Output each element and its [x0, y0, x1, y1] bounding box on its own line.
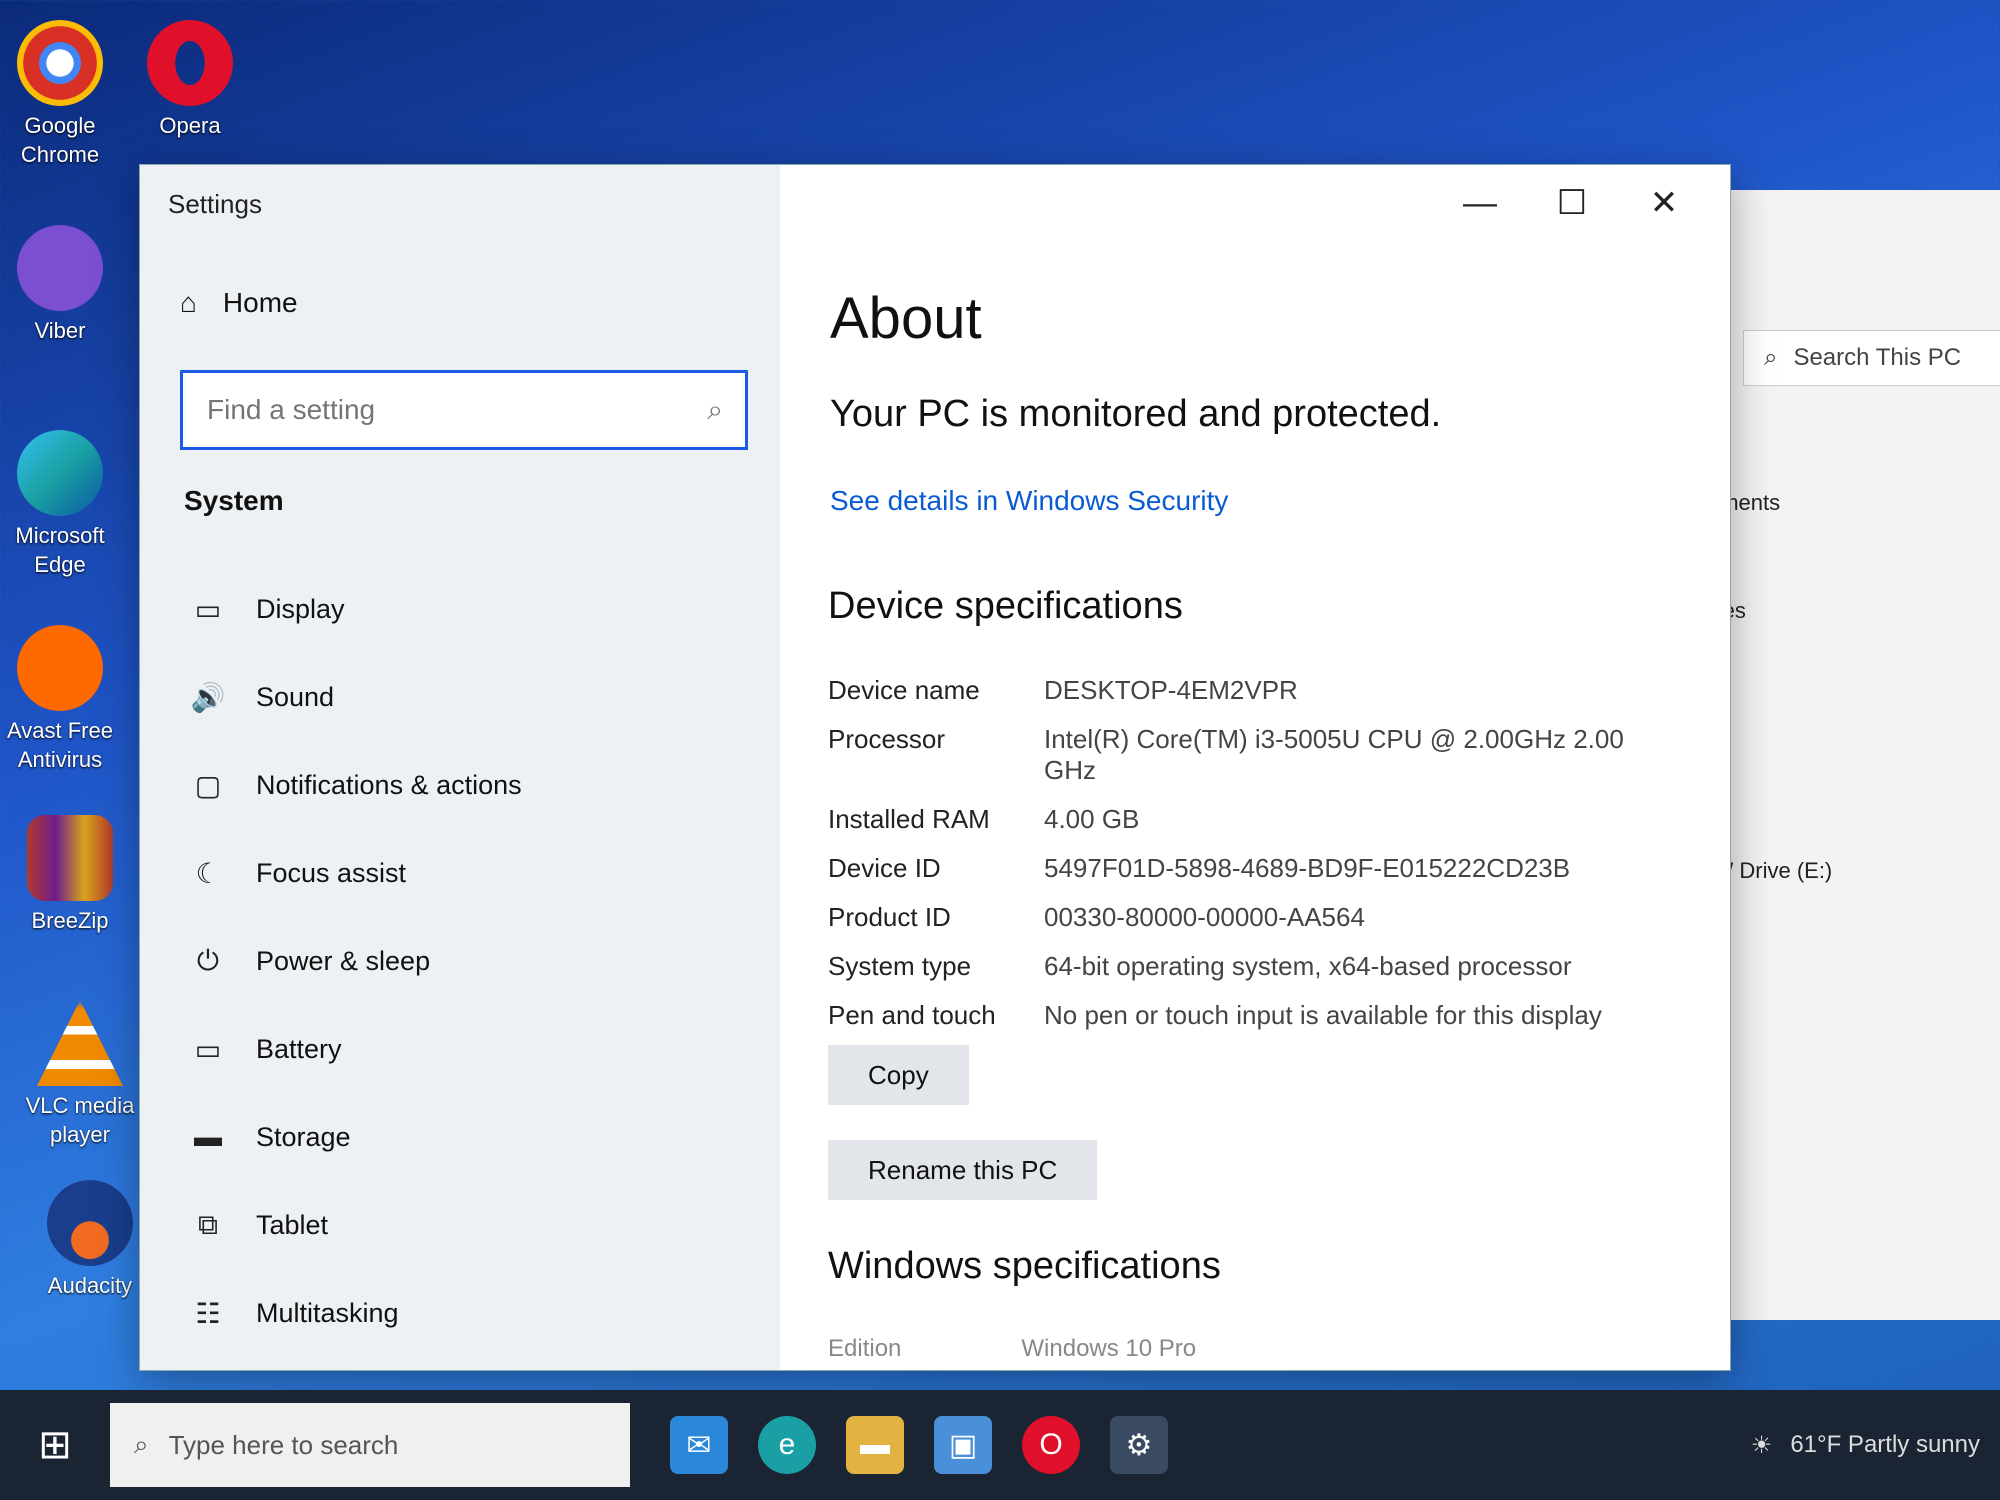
device-specs-heading: Device specifications — [828, 585, 1183, 627]
edge-taskbar-icon[interactable]: e — [758, 1416, 816, 1474]
file-explorer-window: ⌕ Search This PC cuments tures RW Drive … — [1690, 190, 2000, 1320]
windows-logo-icon: ⊞ — [38, 1423, 72, 1467]
sidebar-item-sound[interactable]: 🔊 Sound — [188, 653, 748, 741]
search-icon: ⌕ — [707, 393, 723, 425]
system-tray: ☀ 61°F Partly sunny — [1751, 1390, 1980, 1500]
tablet-icon: ⧉ — [198, 1208, 218, 1240]
spec-row: Device name DESKTOP-4EM2VPR — [828, 675, 1298, 705]
maximize-button[interactable]: ☐ — [1526, 173, 1618, 233]
power-icon: ⏻ — [196, 944, 220, 976]
settings-nav-list: ▭ Display 🔊 Sound ▢ Notifications & actions… — [188, 565, 748, 1357]
spec-row: Product ID 00330-80000-00000-AA564 — [828, 902, 1365, 932]
home-nav-item[interactable]: ⌂ Home — [180, 287, 298, 319]
store-icon[interactable]: ▣ — [934, 1416, 992, 1474]
section-heading-system: System — [184, 485, 284, 516]
windows-specs-heading: Windows specifications — [828, 1245, 1221, 1287]
protection-status: Your PC is monitored and protected. — [830, 393, 1442, 435]
find-setting-input[interactable] — [205, 393, 679, 427]
opera-icon — [147, 20, 233, 106]
explorer-search-box[interactable]: ⌕ Search This PC — [1743, 330, 2000, 386]
settings-search[interactable]: ⌕ — [180, 370, 748, 450]
sidebar-item-multitasking[interactable]: ☷ Multitasking — [188, 1269, 748, 1357]
audacity-icon — [47, 1180, 133, 1266]
sidebar-item-power-sleep[interactable]: ⏻ Power & sleep — [188, 917, 748, 1005]
sidebar-item-focus-assist[interactable]: ☾ Focus assist — [188, 829, 748, 917]
taskbar-apps: ✉ e ▬ ▣ O ⚙ — [670, 1416, 1168, 1474]
sidebar-item-display[interactable]: ▭ Display — [188, 565, 748, 653]
page-title: About — [830, 286, 982, 351]
desktop-icon-vlc[interactable]: VLC media player — [20, 1000, 140, 1149]
multitasking-icon: ☷ — [195, 1297, 221, 1329]
spec-row: Device ID 5497F01D-5898-4689-BD9F-E015222… — [828, 853, 1571, 883]
moon-icon: ☾ — [195, 857, 221, 889]
rename-pc-button[interactable]: Rename this PC — [828, 1140, 1098, 1200]
breezip-icon — [27, 815, 113, 901]
desktop-icon-edge[interactable]: Microsoft Edge — [0, 430, 120, 579]
desktop-icon-audacity[interactable]: Audacity — [30, 1180, 150, 1301]
about-page: — ☐ ✕ About Your PC is monitored and pro… — [780, 165, 1730, 1370]
viber-icon — [17, 225, 103, 311]
spec-row: System type 64-bit operating system, x64-… — [828, 951, 1572, 981]
window-controls: — ☐ ✕ — [1434, 173, 1710, 233]
opera-taskbar-icon[interactable]: O — [1022, 1416, 1080, 1474]
folder-icon[interactable]: ▬ — [846, 1416, 904, 1474]
device-specs-table: Device name DESKTOP-4EM2VPR Processor Inte… — [828, 675, 1648, 1049]
desktop-icon-opera[interactable]: Opera — [130, 20, 250, 141]
settings-window: Settings ⌂ Home ⌕ System ▭Display 🔊Sound… — [140, 165, 1730, 1370]
taskbar-search[interactable]: ⌕ Type here to search — [110, 1403, 630, 1487]
sidebar-item-tablet[interactable]: ⧉ Tablet — [188, 1181, 748, 1269]
monitor-icon: ▭ — [194, 593, 222, 625]
copy-button[interactable]: Copy — [828, 1045, 969, 1105]
desktop-icon-viber[interactable]: Viber — [0, 225, 120, 346]
desktop-icon-avast[interactable]: Avast Free Antivirus — [0, 625, 120, 774]
sidebar-item-storage[interactable]: ▬ Storage — [188, 1093, 748, 1181]
window-title: Settings — [168, 189, 262, 219]
search-icon: ⌕ — [1764, 344, 1778, 371]
edge-icon — [17, 430, 103, 516]
spec-row: Processor Intel(R) Core(TM) i3-5005U CPU … — [828, 724, 1624, 785]
sidebar-item-battery[interactable]: ▭ Battery — [188, 1005, 748, 1093]
speaker-icon: 🔊 — [190, 681, 226, 713]
search-icon: ⌕ — [134, 1429, 149, 1459]
settings-gear-icon[interactable]: ⚙ — [1110, 1416, 1168, 1474]
storage-icon: ▬ — [194, 1121, 222, 1152]
vlc-cone-icon — [37, 1000, 123, 1086]
home-icon: ⌂ — [180, 287, 197, 318]
chrome-icon — [17, 20, 103, 106]
avast-icon — [17, 625, 103, 711]
taskbar: ⊞ ⌕ Type here to search ✉ e ▬ ▣ O ⚙ ☀ 61… — [0, 1390, 2000, 1500]
sidebar-item-notifications[interactable]: ▢ Notifications & actions — [188, 741, 748, 829]
weather-text[interactable]: 61°F Partly sunny — [1790, 1431, 1980, 1459]
settings-sidebar: Settings ⌂ Home ⌕ System ▭Display 🔊Sound… — [140, 165, 780, 1370]
spec-row: Pen and touch No pen or touch input is av… — [828, 1000, 1602, 1030]
windows-security-link[interactable]: See details in Windows Security — [830, 485, 1228, 517]
edition-row: Edition Windows 10 Pro — [828, 1335, 1197, 1362]
start-button[interactable]: ⊞ — [0, 1390, 110, 1500]
desktop-icon-chrome[interactable]: Google Chrome — [0, 20, 120, 169]
minimize-button[interactable]: — — [1434, 173, 1526, 233]
desktop-icon-breezip[interactable]: BreeZip — [10, 815, 130, 936]
spec-row: Installed RAM 4.00 GB — [828, 804, 1140, 834]
weather-icon: ☀ — [1750, 1431, 1773, 1459]
close-button[interactable]: ✕ — [1618, 173, 1710, 233]
battery-icon: ▭ — [194, 1033, 222, 1065]
mail-icon[interactable]: ✉ — [670, 1416, 728, 1474]
notification-icon: ▢ — [194, 769, 222, 801]
